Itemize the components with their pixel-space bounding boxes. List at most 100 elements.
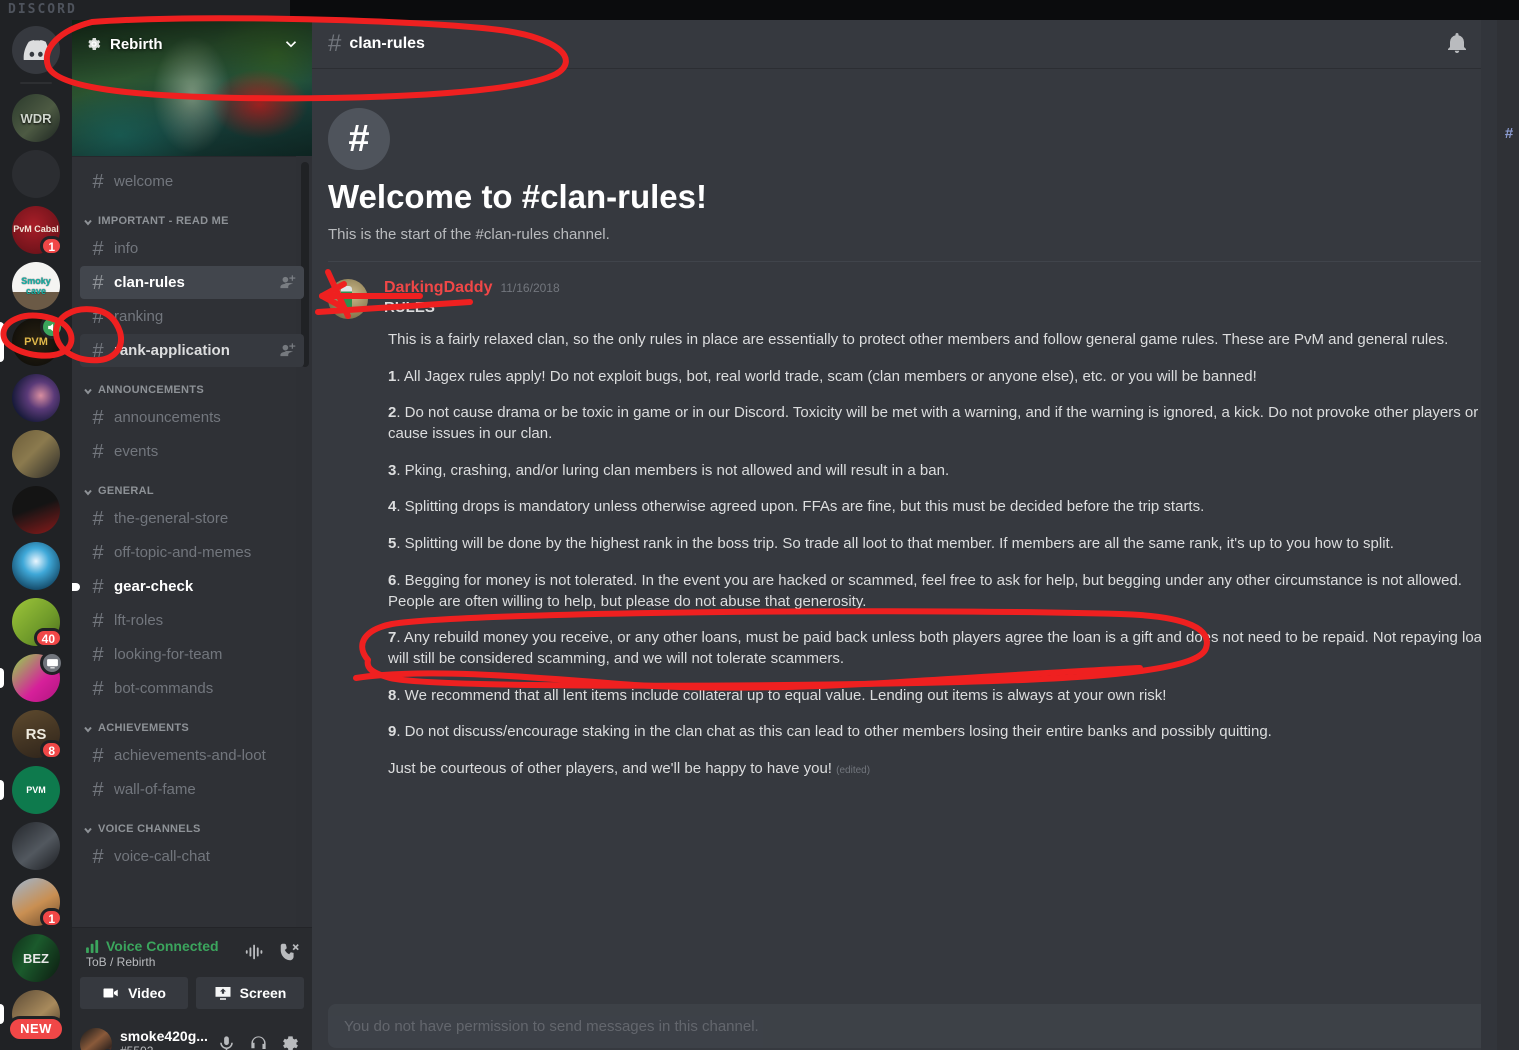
bell-icon[interactable]	[1445, 31, 1471, 57]
add-member-icon[interactable]	[279, 342, 296, 359]
sidebar-item-welcome[interactable]: # welcome	[80, 165, 304, 198]
rule-text: This is a fairly relaxed clan, so the on…	[388, 331, 1449, 348]
gear-icon[interactable]	[276, 1030, 304, 1050]
sidebar-item-announcements[interactable]: # announcements	[80, 401, 304, 434]
sidebar-item-events[interactable]: # events	[80, 435, 304, 468]
sidebar-item-lft-roles[interactable]: # lft-roles	[80, 604, 304, 637]
sidebar-item-looking-for-team[interactable]: # looking-for-team	[80, 638, 304, 671]
ping-waveform-icon[interactable]	[244, 941, 266, 963]
server-icon-smoky-cave[interactable]: Smoky cave	[12, 262, 60, 310]
channel-list[interactable]: # welcome IMPORTANT - READ ME # info # clan-ru…	[72, 156, 312, 927]
message: DarkingDaddy 11/16/2018 RULES This is a …	[312, 262, 1519, 796]
server-icon-discord-home[interactable]	[12, 26, 60, 74]
rule-paragraph: 4. Splitting drops is mandatory unless o…	[384, 497, 1499, 518]
guild-name: Rebirth	[110, 35, 163, 53]
unread-server-pill	[0, 780, 4, 800]
sidebar-item-voice-call-chat[interactable]: # voice-call-chat	[80, 840, 304, 873]
channel-name: announcements	[114, 409, 221, 426]
server-icon-spartan-red[interactable]	[12, 486, 60, 534]
rule-paragraph: 3. Pking, crashing, and/or luring clan m…	[384, 461, 1499, 482]
top-strip: DISCORD	[0, 0, 1519, 20]
guild-header[interactable]: Rebirth	[72, 20, 312, 156]
server-icon-dungeon[interactable]	[12, 430, 60, 478]
hash-icon: #	[92, 271, 104, 294]
video-button-label: Video	[128, 985, 166, 1001]
server-icon-coffee-pvm[interactable]: PVM	[0, 766, 60, 814]
sidebar-item-ranking[interactable]: # ranking	[80, 300, 304, 333]
sidebar-item-info[interactable]: # info	[80, 232, 304, 265]
server-icon-image	[12, 430, 60, 478]
chevron-down-icon	[82, 823, 94, 835]
server-rail[interactable]: WDR PvM Cabal 1 Smoky cave PVM 40 RS 8 PVM 1 BEZ NE…	[0, 0, 72, 1050]
server-icon-galaxy[interactable]	[12, 374, 60, 422]
disconnect-call-icon[interactable]	[278, 941, 300, 963]
server-icon-label: PVM	[26, 785, 46, 795]
server-badge: 1	[40, 236, 63, 256]
voice-buttons: Video Screen	[80, 977, 304, 1009]
server-icon-sunglasses-guy[interactable]: 1	[12, 878, 63, 928]
rule-text: . Splitting drops is mandatory unless ot…	[396, 498, 1205, 516]
hash-icon: #	[92, 744, 104, 767]
channel-category-announcements[interactable]: ANNOUNCEMENTS	[72, 368, 312, 400]
rule-paragraph: 2. Do not cause drama or be toxic in gam…	[384, 403, 1499, 444]
server-icon-black-figure[interactable]	[12, 822, 60, 870]
server-icon-helmet-clan[interactable]	[12, 150, 60, 198]
server-icon-runescape-osrs[interactable]: RS 8	[12, 710, 63, 760]
category-label: VOICE CHANNELS	[98, 823, 201, 835]
chevron-down-icon	[82, 485, 94, 497]
screen-share-button[interactable]: Screen	[196, 977, 304, 1009]
channel-name: clan-rules	[114, 274, 185, 291]
rule-paragraph: 6. Begging for money is not tolerated. I…	[384, 571, 1499, 612]
server-icon-green-mailbox[interactable]: 40	[12, 598, 63, 648]
server-icon-pvm-rebirth[interactable]: PVM	[0, 315, 64, 366]
sidebar-item-achievements-and-loot[interactable]: # achievements-and-loot	[80, 739, 304, 772]
server-icon-new-server[interactable]: NEW	[0, 990, 65, 1042]
user-identity[interactable]: smoke420g... #5502	[120, 1028, 212, 1050]
rule-text: Just be courteous of other players, and …	[388, 759, 837, 777]
rule-text: . Do not discuss/encourage staking in th…	[396, 723, 1272, 741]
sidebar-item-the-general-store[interactable]: # the-general-store	[80, 502, 304, 535]
voice-action-icons	[244, 938, 300, 963]
server-icon-bez[interactable]: BEZ	[12, 934, 60, 982]
sidebar-item-wall-of-fame[interactable]: # wall-of-fame	[80, 773, 304, 806]
category-label: ANNOUNCEMENTS	[98, 384, 204, 396]
chevron-down-icon[interactable]	[282, 35, 300, 53]
server-icon-wdr[interactable]: WDR	[12, 94, 60, 142]
sidebar-item-clan-rules[interactable]: # clan-rules	[80, 266, 304, 299]
server-badge: 8	[40, 740, 63, 760]
server-icon-image: BEZ	[12, 934, 60, 982]
add-member-icon[interactable]	[279, 274, 296, 291]
sidebar-item-bot-commands[interactable]: # bot-commands	[80, 672, 304, 705]
hash-icon: #	[92, 305, 104, 328]
server-icon-pvm-cabal[interactable]: PvM Cabal 1	[12, 206, 63, 256]
guild-name-row[interactable]: Rebirth	[72, 20, 312, 68]
hash-icon: #	[92, 339, 104, 362]
message-list[interactable]: # Welcome to #clan-rules! This is the st…	[312, 68, 1519, 1004]
video-button[interactable]: Video	[80, 977, 188, 1009]
message-author[interactable]: DarkingDaddy	[384, 279, 492, 297]
rule-paragraph: 8. We recommend that all lent items incl…	[384, 686, 1499, 707]
microphone-icon[interactable]	[212, 1030, 240, 1050]
headphones-icon[interactable]	[244, 1030, 272, 1050]
message-composer: You do not have permission to send messa…	[312, 1004, 1519, 1050]
channel-category-voice-channels[interactable]: VOICE CHANNELS	[72, 807, 312, 839]
large-hash-icon: #	[328, 108, 390, 170]
sidebar-item-off-topic-and-memes[interactable]: # off-topic-and-memes	[80, 536, 304, 569]
channel-name: lft-roles	[114, 612, 164, 629]
channel-category-important-read-me[interactable]: IMPORTANT - READ ME	[72, 199, 312, 231]
channel-category-achievements[interactable]: ACHIEVEMENTS	[72, 706, 312, 738]
sidebar-item-gear-check[interactable]: # gear-check	[72, 570, 304, 603]
server-icon-blue-energy[interactable]	[12, 542, 60, 590]
avatar[interactable]	[80, 1027, 114, 1050]
main-content: # clan-rules # Welcome to #clan-rules! T…	[312, 20, 1519, 1050]
hash-icon: #	[92, 609, 104, 632]
channel-category-general[interactable]: GENERAL	[72, 469, 312, 501]
server-icon-image: WDR	[12, 94, 60, 142]
voice-status-text: Voice Connected	[106, 938, 219, 954]
sidebar-item-rank-application[interactable]: # rank-application	[80, 334, 304, 367]
server-icon-pink-server[interactable]	[0, 651, 64, 702]
server-icon-image	[12, 374, 60, 422]
server-badge: 40	[33, 628, 63, 648]
channel-name: rank-application	[114, 342, 230, 359]
message-avatar[interactable]	[328, 279, 368, 319]
